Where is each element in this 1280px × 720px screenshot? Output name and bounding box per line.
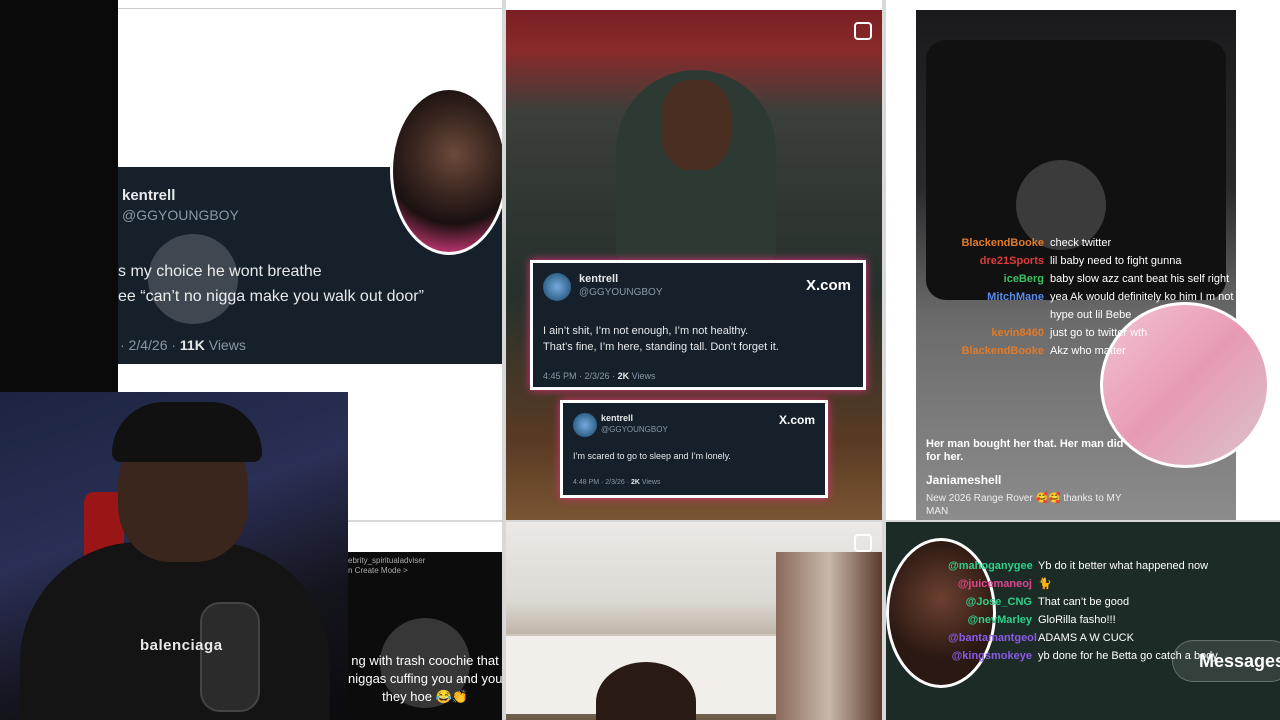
chat-message: kevin8460 just go to twitter wth bbox=[934, 324, 1276, 342]
left-black-bar bbox=[0, 0, 118, 392]
hoodie-brand-text: balenciaga bbox=[140, 637, 223, 654]
chat-text: check twitter bbox=[1050, 237, 1112, 249]
chat-message: @nevMarley GloRilla fasho!!! bbox=[948, 611, 1218, 629]
chat-message: @juicemaneoj 🐈 bbox=[948, 575, 1218, 593]
tweet-avatar bbox=[543, 273, 571, 301]
x-logo-label: X.com bbox=[805, 277, 851, 294]
chat-username[interactable]: BlackendBooke bbox=[934, 342, 1044, 360]
embedded-tweet-card: kentrell @GGYOUNGBOY X.com I’m scared to… bbox=[560, 400, 828, 498]
microphone bbox=[200, 602, 260, 712]
chat-username[interactable]: @mahoganygee bbox=[948, 557, 1033, 575]
grid-divider bbox=[348, 520, 1280, 522]
chat-username[interactable]: @Jose_CNG bbox=[948, 593, 1032, 611]
chat-text: ADAMS A W CUCK bbox=[1038, 632, 1134, 644]
chat-message: MitchMane yea Ak would definitely ko him … bbox=[934, 288, 1276, 306]
post-caption: ng with trash coochie that niggas cuffin… bbox=[348, 653, 502, 704]
tweet-meta: 4:48 PM · 2/3/26 · 2K Views bbox=[573, 479, 660, 486]
chat-username[interactable]: @nevMarley bbox=[948, 611, 1032, 629]
chat-username[interactable]: dre21Sports bbox=[934, 252, 1044, 270]
chat-username[interactable]: iceBerg bbox=[934, 270, 1044, 288]
tweet-date: · 2/4/26 · bbox=[120, 337, 177, 353]
tweet-views-label: Views bbox=[631, 371, 656, 381]
streamer-hoodie bbox=[20, 542, 330, 720]
chat-text: just go to twitter wth bbox=[1050, 327, 1148, 339]
chat-message: dre21Sports lil baby need to fight gunna bbox=[934, 252, 1276, 270]
tweet-avatar bbox=[573, 413, 597, 437]
chat-message: iceBerg baby slow azz cant beat his self … bbox=[934, 270, 1276, 288]
tweet-views-label: Views bbox=[641, 479, 661, 486]
chat-message: hype out lil Bebe bbox=[934, 306, 1276, 324]
tweet-body: I ain’t shit, I’m not enough, I’m not he… bbox=[543, 325, 779, 353]
rapper-face bbox=[661, 80, 731, 170]
x-logo-label: X.com bbox=[778, 413, 815, 427]
chat-text: yea Ak would definitely ko him I m not g… bbox=[1050, 291, 1276, 303]
webcam-feed: balenciaga bbox=[0, 392, 348, 720]
messages-button[interactable]: Messages bbox=[1172, 640, 1280, 682]
grid-divider bbox=[882, 0, 886, 720]
chat-message: @mahoganygee Yb do it better what happene… bbox=[948, 557, 1218, 575]
chat-text: That can’t be good bbox=[1038, 596, 1130, 608]
chat-text: lil baby need to fight gunna bbox=[1050, 255, 1182, 267]
clothing-rack bbox=[776, 552, 882, 720]
chat-message: BlackendBooke check twitter bbox=[934, 234, 1276, 252]
tweet-author-name: kentrell bbox=[579, 273, 619, 285]
tweet-meta: 4:45 PM · 2/3/26 · 2K Views bbox=[543, 371, 655, 381]
tweet-views-count: 2K bbox=[617, 371, 630, 381]
tweet-author-handle: @GGYOUNGBOY bbox=[601, 425, 668, 434]
tweet-author-handle: @GGYOUNGBOY bbox=[579, 287, 663, 298]
chat-message: @Jose_CNG That can’t be good bbox=[948, 593, 1218, 611]
stream-page: kentrell @GGYOUNGBOY s my choice he wont… bbox=[0, 0, 1280, 720]
chat-username[interactable]: @kingsmokeye bbox=[948, 647, 1032, 665]
post-username: Janiameshell bbox=[926, 473, 1002, 487]
chat-message: BlackendBooke Akz who matter bbox=[934, 342, 1276, 360]
profile-avatar bbox=[390, 87, 502, 255]
concert-photo-tile: kentrell @GGYOUNGBOY X.com I ain’t shit,… bbox=[506, 10, 882, 520]
grid-divider bbox=[502, 0, 506, 720]
tweet-time: 4:45 PM · 2/3/26 · bbox=[543, 371, 616, 381]
chat-text: Yb do it better what happened now bbox=[1038, 560, 1209, 572]
instagram-post-tile: ebrity_spiritualadviser n Create Mode > … bbox=[348, 552, 502, 720]
post-caption-secondary: New 2026 Range Rover 🥰🥰 thanks to MY MAN bbox=[926, 493, 1122, 517]
tweet-author-name: kentrell bbox=[122, 187, 176, 204]
post-header: ebrity_spiritualadviser n Create Mode > bbox=[348, 556, 426, 575]
chat-text: hype out lil Bebe bbox=[1050, 309, 1132, 321]
streamer-cap bbox=[112, 402, 262, 462]
chat-message: @bantamantgeolADAMS A W CUCK bbox=[948, 629, 1218, 647]
reel-icon[interactable] bbox=[854, 22, 872, 40]
tweet-views-label: Views bbox=[208, 337, 246, 353]
embedded-tweet-card: kentrell @GGYOUNGBOY X.com I ain’t shit,… bbox=[530, 260, 866, 390]
chat-text: Akz who matter bbox=[1050, 345, 1126, 357]
reel-icon[interactable] bbox=[854, 534, 872, 552]
chat-username[interactable]: MitchMane bbox=[934, 288, 1044, 306]
watermark-logo bbox=[148, 234, 238, 324]
chat-username[interactable]: BlackendBooke bbox=[934, 234, 1044, 252]
tweet-author-name: kentrell bbox=[601, 413, 634, 423]
chat-text: baby slow azz cant beat his self right bbox=[1050, 273, 1230, 285]
chat-text: 🐈 bbox=[1038, 578, 1052, 590]
chat-username[interactable]: kevin8460 bbox=[934, 324, 1044, 342]
tweet-views-count: 2K bbox=[630, 479, 640, 486]
tweet-body: I’m scared to go to sleep and I’m lonely… bbox=[573, 451, 731, 461]
tweet-views-count: 11K bbox=[179, 337, 205, 353]
chat-text: GloRilla fasho!!! bbox=[1038, 614, 1116, 626]
tweet-author-handle: @GGYOUNGBOY bbox=[122, 207, 239, 223]
tweet-time: 4:48 PM · 2/3/26 · bbox=[573, 479, 630, 486]
live-chat-overlay: BlackendBooke check twitter dre21Sports lil… bbox=[934, 234, 1276, 360]
tweet-meta: · 2/4/26 · 11K Views bbox=[120, 337, 246, 353]
closet-photo-tile bbox=[506, 522, 882, 720]
post-caption: Her man bought her that. Her man did for… bbox=[926, 438, 1124, 463]
chat-username[interactable]: @juicemaneoj bbox=[948, 575, 1032, 593]
tweet-screenshot-tile: kentrell @GGYOUNGBOY s my choice he wont… bbox=[118, 8, 502, 364]
chat-username[interactable]: @bantamantgeol bbox=[948, 629, 1037, 647]
